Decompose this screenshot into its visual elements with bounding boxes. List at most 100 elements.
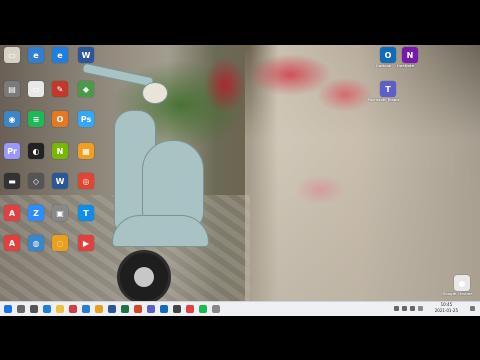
- word-taskbar-icon[interactable]: [108, 305, 116, 313]
- app-icon-20[interactable]: ◎: [78, 173, 94, 189]
- app-icon-11-glyph-icon: O: [56, 114, 64, 124]
- app-icon-27-glyph-icon: ◌: [56, 238, 64, 248]
- app-icon-17-glyph-icon: ▬: [8, 176, 16, 186]
- app-icon-24-glyph-icon: T: [83, 208, 89, 218]
- notification-center-icon[interactable]: [470, 306, 475, 311]
- app-icon-22[interactable]: Z: [28, 205, 44, 221]
- app-icon-17[interactable]: ▬: [4, 173, 20, 189]
- app-icon-12[interactable]: Ps: [78, 111, 94, 127]
- vespa-scooter-image: [81, 62, 212, 305]
- outlook-icon[interactable]: O Outlook: [376, 47, 396, 68]
- app-icon-4-glyph-icon: W: [81, 50, 91, 60]
- app-icon-16[interactable]: ▦: [78, 143, 94, 159]
- app-icon-3-glyph-icon: e: [57, 50, 63, 60]
- wall: [245, 45, 480, 315]
- app-icon-5[interactable]: ▤: [4, 81, 20, 97]
- powerpoint-taskbar-icon[interactable]: [134, 305, 142, 313]
- start-icon[interactable]: [4, 305, 12, 313]
- app-icon-28-glyph-icon: ▶: [82, 238, 90, 248]
- app-icon-7[interactable]: ✎: [52, 81, 68, 97]
- app-icon-26[interactable]: ◍: [28, 235, 44, 251]
- app-icon-25-glyph-icon: A: [8, 238, 16, 248]
- store-icon[interactable]: [69, 305, 77, 313]
- app-taskbar-icon-1[interactable]: [173, 305, 181, 313]
- volume-icon[interactable]: [402, 306, 407, 311]
- app-icon-18-glyph-icon: ◇: [32, 176, 40, 186]
- app-icon-24[interactable]: T: [78, 205, 94, 221]
- mail-icon[interactable]: [82, 305, 90, 313]
- desktop-icon-label: OneNote: [396, 64, 415, 68]
- battery-icon[interactable]: [410, 306, 415, 311]
- network-icon[interactable]: [394, 306, 399, 311]
- app-icon-1[interactable]: ▭: [4, 47, 20, 63]
- app-icon-23-glyph-icon: ▣: [56, 208, 64, 218]
- app-icon-4[interactable]: W: [78, 47, 94, 63]
- scooter-headlight: [142, 82, 168, 104]
- scooter-front-wheel: [117, 250, 171, 304]
- desktop-icon-label: Google Chrome: [442, 292, 473, 296]
- app-icon-7-glyph-icon: ✎: [56, 84, 64, 94]
- outlook-taskbar-icon[interactable]: [160, 305, 168, 313]
- outlook-glyph-icon: O: [384, 50, 392, 60]
- app-icon-10[interactable]: ≡: [28, 111, 44, 127]
- taskbar: 10:45 2021-01-25: [0, 301, 480, 316]
- app-icon-26-glyph-icon: ◍: [32, 238, 40, 248]
- app-icon-8[interactable]: ◆: [78, 81, 94, 97]
- teams-taskbar-icon[interactable]: [147, 305, 155, 313]
- app-icon-3[interactable]: e: [52, 47, 68, 63]
- app-icon-19-glyph-icon: W: [55, 176, 65, 186]
- scooter-fender: [112, 215, 209, 247]
- chrome-icon[interactable]: ● Google Chrome: [442, 275, 473, 296]
- app-icon-14-glyph-icon: ◐: [32, 146, 40, 156]
- app-icon-6[interactable]: ▭: [28, 81, 44, 97]
- app-icon-11[interactable]: O: [52, 111, 68, 127]
- app-taskbar-icon-3[interactable]: [199, 305, 207, 313]
- wallpaper: [0, 45, 480, 315]
- excel-taskbar-icon[interactable]: [121, 305, 129, 313]
- teams-icon[interactable]: T Microsoft Teams: [367, 81, 400, 102]
- app-icon-27[interactable]: ◌: [52, 235, 68, 251]
- app-icon-2[interactable]: e: [28, 47, 44, 63]
- app-icon-8-glyph-icon: ◆: [82, 84, 90, 94]
- desktop-icon-label: Microsoft Teams: [367, 98, 400, 102]
- onenote-glyph-icon: N: [406, 50, 414, 60]
- taskview-icon[interactable]: [30, 305, 38, 313]
- app-icon-1-glyph-icon: ▭: [8, 50, 16, 60]
- app-taskbar-icon-2[interactable]: [186, 305, 194, 313]
- search-icon[interactable]: [17, 305, 25, 313]
- app-icon-21-glyph-icon: A: [8, 208, 16, 218]
- app-icon-13-glyph-icon: Pr: [7, 146, 17, 156]
- app-icon-20-glyph-icon: ◎: [82, 176, 90, 186]
- app-icon-28[interactable]: ▶: [78, 235, 94, 251]
- input-language-icon[interactable]: [418, 306, 423, 311]
- app-icon-15-glyph-icon: N: [56, 146, 64, 156]
- explorer-icon[interactable]: [56, 305, 64, 313]
- app-icon-6-glyph-icon: ▭: [32, 84, 40, 94]
- app-icon-10-glyph-icon: ≡: [32, 114, 40, 124]
- chrome-taskbar-icon[interactable]: [95, 305, 103, 313]
- app-icon-9-glyph-icon: ◉: [8, 114, 16, 124]
- app-icon-2-glyph-icon: e: [33, 50, 39, 60]
- app-taskbar-icon-4[interactable]: [212, 305, 220, 313]
- app-icon-14[interactable]: ◐: [28, 143, 44, 159]
- app-icon-18[interactable]: ◇: [28, 173, 44, 189]
- teams-glyph-icon: T: [385, 84, 391, 94]
- clock-date: 2021-01-25: [434, 308, 458, 313]
- app-icon-23[interactable]: ▣: [52, 205, 68, 221]
- onenote-icon[interactable]: N OneNote: [397, 47, 418, 68]
- edge-icon[interactable]: [43, 305, 51, 313]
- app-icon-21[interactable]: A: [4, 205, 20, 221]
- app-icon-16-glyph-icon: ▦: [82, 146, 90, 156]
- app-icon-12-glyph-icon: Ps: [80, 114, 92, 124]
- app-icon-22-glyph-icon: Z: [33, 208, 39, 218]
- app-icon-13[interactable]: Pr: [4, 143, 20, 159]
- app-icon-5-glyph-icon: ▤: [8, 84, 16, 94]
- app-icon-25[interactable]: A: [4, 235, 20, 251]
- desktop: ▭ e e W ▤ ▭ ✎ ◆ ◉ ≡ O Ps Pr ◐ N ▦ ▬ ◇ W ◎ A Z ▣ T A ◍ ◌ ▶ O Outlook N O…: [0, 45, 480, 315]
- app-icon-19[interactable]: W: [52, 173, 68, 189]
- chrome-glyph-icon: ●: [458, 278, 466, 288]
- clock[interactable]: 10:45 2021-01-25: [435, 302, 458, 314]
- app-icon-15[interactable]: N: [52, 143, 68, 159]
- app-icon-9[interactable]: ◉: [4, 111, 20, 127]
- scooter-wheel-hub: [134, 267, 154, 287]
